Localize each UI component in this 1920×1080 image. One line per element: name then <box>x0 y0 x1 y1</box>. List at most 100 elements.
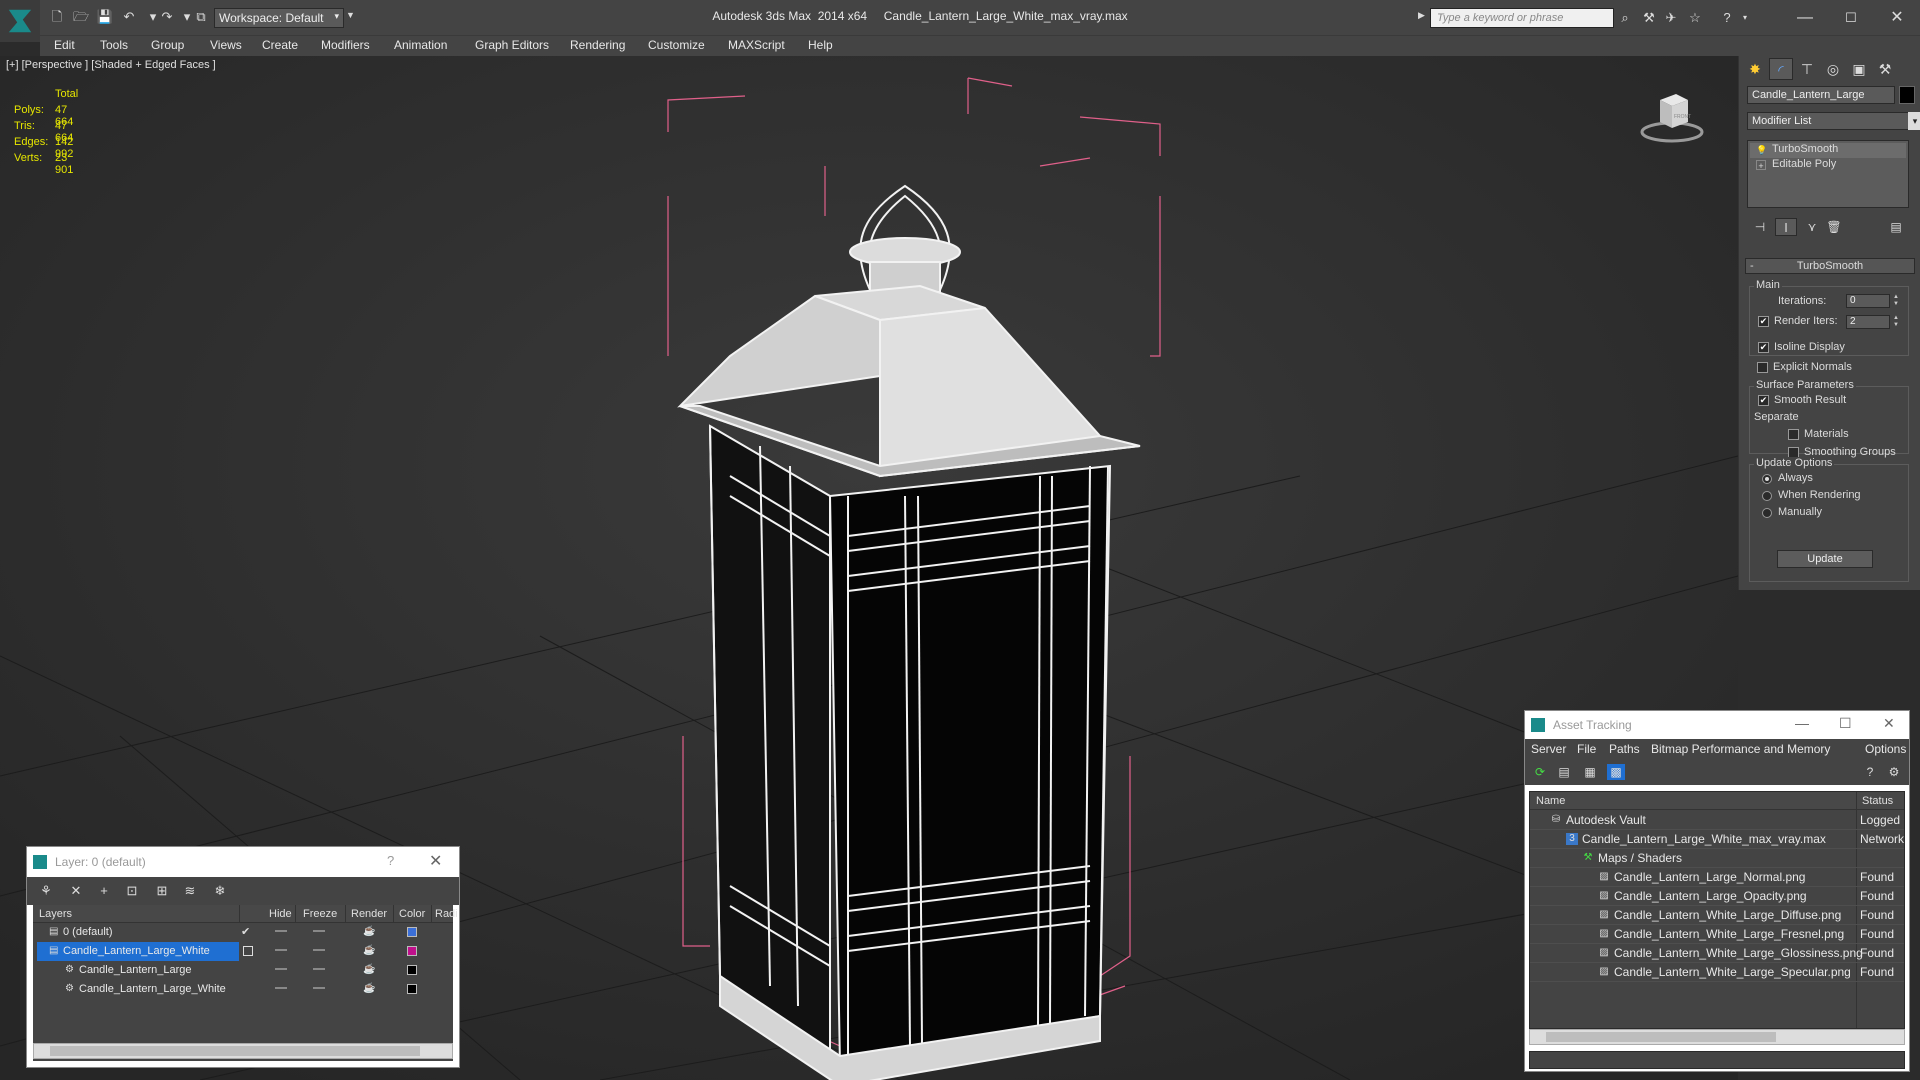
render-teapot-icon[interactable]: ☕ <box>363 927 375 937</box>
layer-row[interactable]: ⚙ Candle_Lantern_Large_White ☕ <box>33 980 453 999</box>
active-checkmark-icon[interactable]: ✔ <box>241 925 250 938</box>
subscription-icon[interactable]: ⚒ <box>1640 10 1658 26</box>
table-row[interactable]: ▨ Candle_Lantern_Large_Opacity.png Found <box>1530 887 1904 906</box>
help-dropdown-icon[interactable]: ▾ <box>1736 10 1754 26</box>
layer-color-swatch[interactable] <box>407 984 417 994</box>
table-row[interactable]: ⛁ Autodesk Vault Logged O <box>1530 811 1904 830</box>
menu-paths[interactable]: Paths <box>1609 742 1640 756</box>
menu-help[interactable]: Help <box>808 38 833 52</box>
menu-modifiers[interactable]: Modifiers <box>321 38 370 52</box>
lightbulb-icon[interactable]: 💡 <box>1756 145 1767 155</box>
search-input[interactable]: Type a keyword or phrase <box>1430 8 1614 28</box>
close-icon[interactable]: ✕ <box>429 851 442 871</box>
viewcube-icon[interactable]: FRONT <box>1640 88 1704 146</box>
freeze-toggle[interactable] <box>313 930 325 932</box>
menu-tools[interactable]: Tools <box>100 38 128 52</box>
layer-color-swatch[interactable] <box>407 927 417 937</box>
menu-create[interactable]: Create <box>262 38 298 52</box>
show-end-result-icon[interactable]: Ⅰ <box>1775 218 1797 236</box>
minimize-button[interactable]: — <box>1795 715 1809 731</box>
utilities-tab-icon[interactable]: ⚒ <box>1873 58 1897 80</box>
hide-all-layers-icon[interactable]: ≋ <box>181 883 199 899</box>
close-button[interactable]: ✕ <box>1880 6 1914 30</box>
help-context-icon[interactable]: ⚙ <box>1885 764 1903 780</box>
new-file-icon[interactable]: 🗋 <box>48 9 66 25</box>
stack-item-editable-poly[interactable]: + Editable Poly <box>1750 158 1906 173</box>
menu-maxscript[interactable]: MAXScript <box>728 38 785 52</box>
menu-graph-editors[interactable]: Graph Editors <box>475 38 549 52</box>
freeze-all-layers-icon[interactable]: ❄ <box>211 883 229 899</box>
minimize-button[interactable]: — <box>1788 6 1822 30</box>
binoculars-icon[interactable]: ⌕ <box>1616 10 1634 26</box>
hold-icon[interactable]: ⧉ <box>192 9 210 25</box>
column-header-status[interactable]: Status <box>1862 795 1893 807</box>
workspace-dropdown[interactable]: Workspace: Default ▾ <box>214 8 344 28</box>
table-row[interactable]: ▨ Candle_Lantern_Large_Normal.png Found <box>1530 868 1904 887</box>
help-icon[interactable]: ? <box>1718 10 1736 26</box>
column-header-layers[interactable]: Layers <box>39 908 72 920</box>
table-row[interactable]: 3 Candle_Lantern_Large_White_max_vray.ma… <box>1530 830 1904 849</box>
menu-views[interactable]: Views <box>210 38 242 52</box>
viewport-label[interactable]: [+] [Perspective ] [Shaded + Edged Faces… <box>6 59 216 71</box>
spinner-arrows-icon[interactable]: ▲ ▼ <box>1892 294 1900 308</box>
thumbnail-view-icon[interactable]: ▦ <box>1581 764 1599 780</box>
display-tab-icon[interactable]: ▣ <box>1847 58 1871 80</box>
maximize-button[interactable]: ☐ <box>1839 715 1852 732</box>
when-rendering-radio[interactable] <box>1762 491 1772 501</box>
help-icon[interactable]: ? <box>1861 764 1879 780</box>
table-row[interactable]: ⚒ Maps / Shaders <box>1530 849 1904 868</box>
search-expand-icon[interactable]: ▶ <box>1418 10 1425 21</box>
horizontal-scrollbar[interactable] <box>1529 1029 1905 1045</box>
hierarchy-tab-icon[interactable]: ⊤ <box>1795 58 1819 80</box>
refresh-icon[interactable]: ⟳ <box>1531 764 1549 780</box>
table-row[interactable]: ▨ Candle_Lantern_White_Large_Fresnel.png… <box>1530 925 1904 944</box>
customize-toolbar-icon[interactable]: ▼ <box>346 10 358 26</box>
undo-icon[interactable]: ↶ <box>120 9 138 25</box>
render-iters-checkbox[interactable]: ✔ <box>1758 316 1769 327</box>
favorites-star-icon[interactable]: ☆ <box>1686 10 1704 26</box>
column-header-render[interactable]: Render <box>351 908 387 920</box>
table-row[interactable]: ▨ Candle_Lantern_White_Large_Diffuse.png… <box>1530 906 1904 925</box>
smooth-result-checkbox[interactable]: ✔ <box>1758 395 1769 406</box>
table-row[interactable]: ▨ Candle_Lantern_White_Large_Specular.pn… <box>1530 963 1904 982</box>
update-button[interactable]: Update <box>1777 550 1873 568</box>
menu-options[interactable]: Options <box>1865 742 1906 756</box>
column-header-hide[interactable]: Hide <box>269 908 292 920</box>
scrollbar-thumb[interactable] <box>50 1046 420 1056</box>
column-header-color[interactable]: Color <box>399 908 425 920</box>
column-header-freeze[interactable]: Freeze <box>303 908 337 920</box>
remove-modifier-icon[interactable]: 🗑 <box>1823 218 1845 236</box>
object-name-field[interactable]: Candle_Lantern_Large <box>1747 86 1895 104</box>
active-layer-box[interactable] <box>243 946 253 956</box>
menu-animation[interactable]: Animation <box>394 38 447 52</box>
open-file-icon[interactable]: 🗁 <box>72 9 90 25</box>
layer-row[interactable]: ▤ Candle_Lantern_Large_White ☕ <box>33 942 453 961</box>
render-iters-spinner[interactable]: 2 <box>1846 315 1890 329</box>
explicit-normals-checkbox[interactable] <box>1757 362 1768 373</box>
spinner-arrows-icon[interactable]: ▲ ▼ <box>1892 315 1900 329</box>
delete-layer-icon[interactable]: ✕ <box>67 883 85 899</box>
manually-radio[interactable] <box>1762 508 1772 518</box>
create-layer-icon[interactable]: ⚘ <box>37 883 55 899</box>
create-tab-icon[interactable]: ✸ <box>1743 58 1767 80</box>
layer-color-swatch[interactable] <box>407 946 417 956</box>
render-teapot-icon[interactable]: ☕ <box>363 984 375 994</box>
menu-file[interactable]: File <box>1577 742 1596 756</box>
hide-toggle[interactable] <box>275 968 287 970</box>
modifier-list-dropdown[interactable]: Modifier List ▾ <box>1747 112 1920 130</box>
iterations-spinner[interactable]: 0 <box>1846 294 1890 308</box>
rollout-header[interactable]: - TurboSmooth <box>1745 258 1915 274</box>
modify-tab-icon[interactable]: ◜ <box>1769 58 1793 80</box>
maximize-button[interactable]: ☐ <box>1834 6 1868 30</box>
make-unique-icon[interactable]: ⋎ <box>1801 218 1823 236</box>
freeze-toggle[interactable] <box>313 987 325 989</box>
freeze-toggle[interactable] <box>313 968 325 970</box>
table-row[interactable]: ▨ Candle_Lantern_White_Large_Glossiness.… <box>1530 944 1904 963</box>
always-radio[interactable] <box>1762 474 1772 484</box>
menu-bitmap-performance[interactable]: Bitmap Performance and Memory <box>1651 742 1830 756</box>
menu-customize[interactable]: Customize <box>648 38 705 52</box>
highlight-layer-icon[interactable]: ⊞ <box>153 883 171 899</box>
select-objects-icon[interactable]: ⊡ <box>123 883 141 899</box>
materials-checkbox[interactable] <box>1788 429 1799 440</box>
help-icon[interactable]: ? <box>387 853 394 868</box>
